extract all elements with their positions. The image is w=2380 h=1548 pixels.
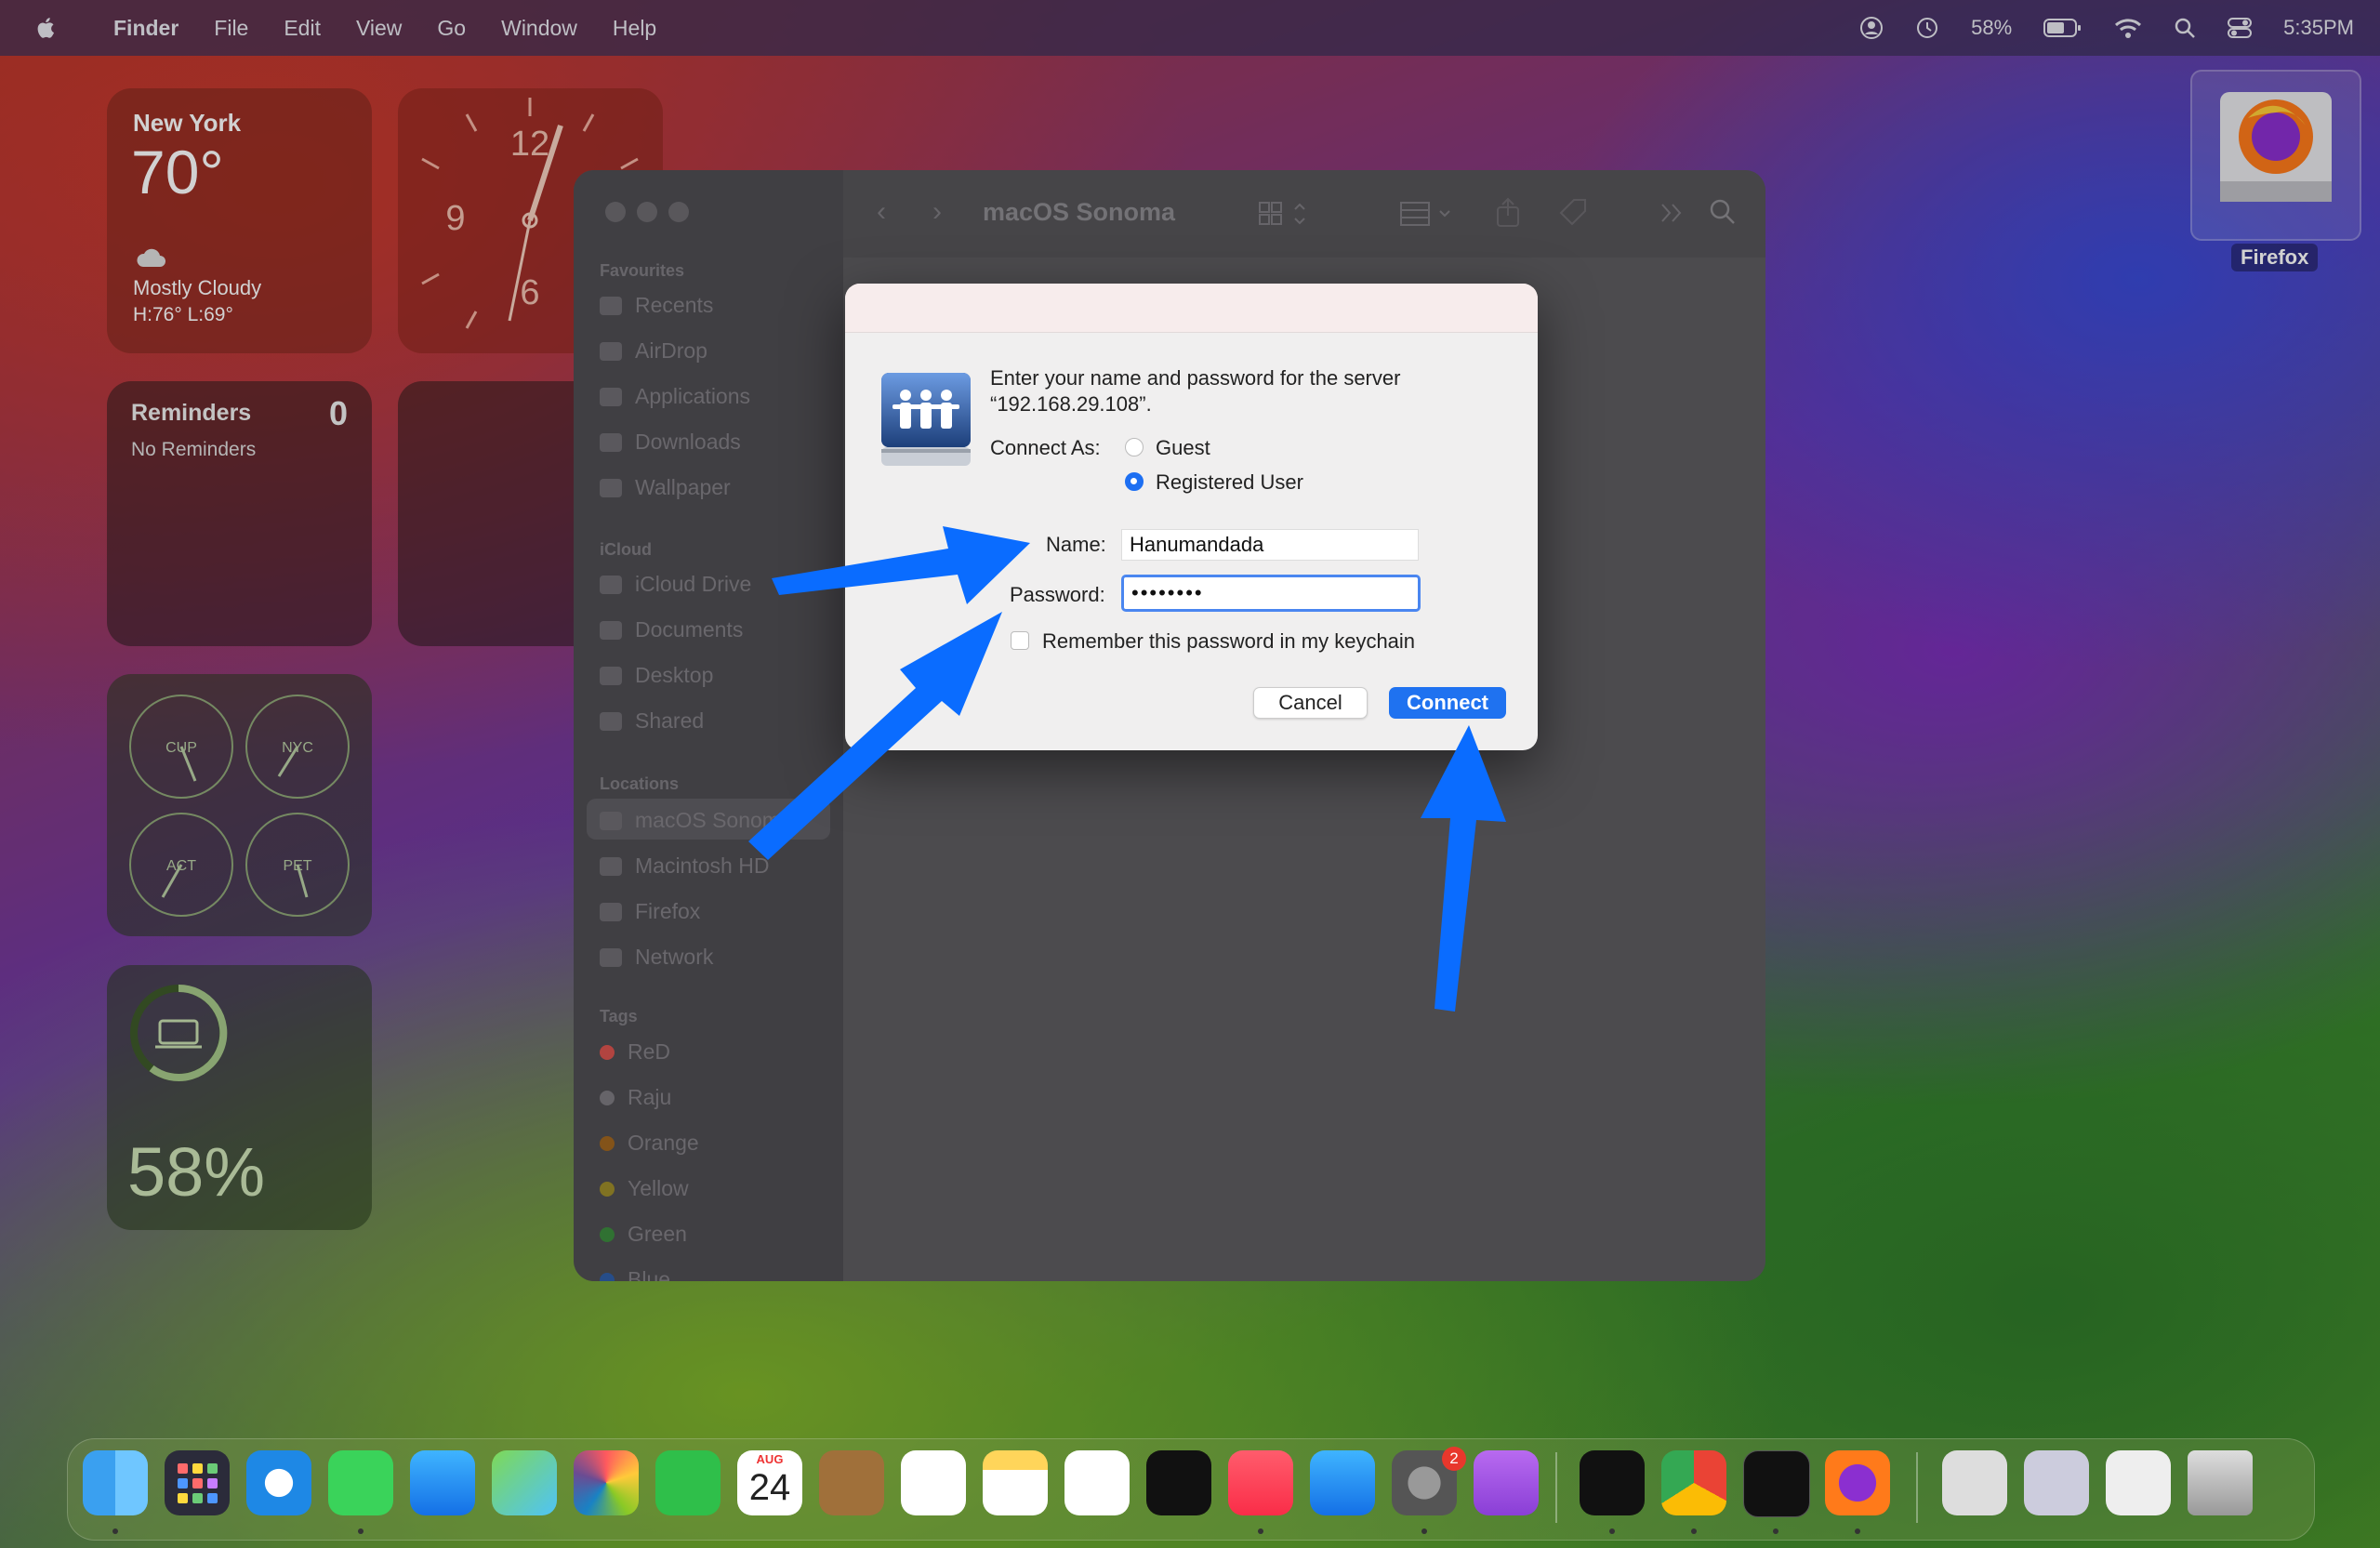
dock-separator [1555,1452,1557,1523]
trash-dock-icon[interactable] [2188,1450,2253,1515]
safari-dock-icon[interactable] [246,1450,311,1515]
running-indicator [1609,1528,1615,1534]
arrow-to-password-field [748,612,1002,860]
dock-separator [1916,1452,1918,1523]
recent-item-stack-icon[interactable] [1942,1450,2007,1515]
annotation-arrows [748,526,1506,1012]
running-indicator [358,1528,364,1534]
calendar-dock-icon[interactable]: AUG 24 [737,1450,802,1515]
settings-badge: 2 [1442,1447,1466,1471]
reminders-dock-icon[interactable] [901,1450,966,1515]
launchpad-dock-icon[interactable] [165,1450,230,1515]
arrow-to-name-field [772,526,1030,604]
messages-dock-icon[interactable] [328,1450,393,1515]
photos-dock-icon[interactable] [574,1450,639,1515]
maps-dock-icon[interactable] [492,1450,557,1515]
activity-monitor-dock-icon[interactable] [1580,1450,1645,1515]
freeform-dock-icon[interactable] [1064,1450,1130,1515]
mail-dock-icon[interactable] [410,1450,475,1515]
running-indicator [1855,1528,1860,1534]
calendar-day: 24 [748,1467,791,1508]
downloads-stack-icon[interactable] [2106,1450,2171,1515]
app-store-dock-icon[interactable] [1310,1450,1375,1515]
recent-item-stack-icon[interactable] [2024,1450,2089,1515]
apple-tv-dock-icon[interactable] [1146,1450,1211,1515]
running-indicator [1773,1528,1778,1534]
calendar-month: AUG [756,1452,784,1466]
chrome-dock-icon[interactable] [1661,1450,1726,1515]
music-dock-icon[interactable] [1228,1450,1293,1515]
feedback-dock-icon[interactable] [1474,1450,1539,1515]
running-indicator [1258,1528,1263,1534]
dock: AUG 24 2 [67,1438,2315,1541]
arrow-to-connect-button [1421,725,1506,1012]
terminal-dock-icon[interactable] [1743,1450,1810,1517]
firefox-dock-icon[interactable] [1825,1450,1890,1515]
running-indicator [1691,1528,1697,1534]
finder-dock-icon[interactable] [83,1450,148,1515]
contacts-dock-icon[interactable] [819,1450,884,1515]
running-indicator [1421,1528,1427,1534]
facetime-dock-icon[interactable] [655,1450,721,1515]
running-indicator [112,1528,118,1534]
notes-dock-icon[interactable] [983,1450,1048,1515]
